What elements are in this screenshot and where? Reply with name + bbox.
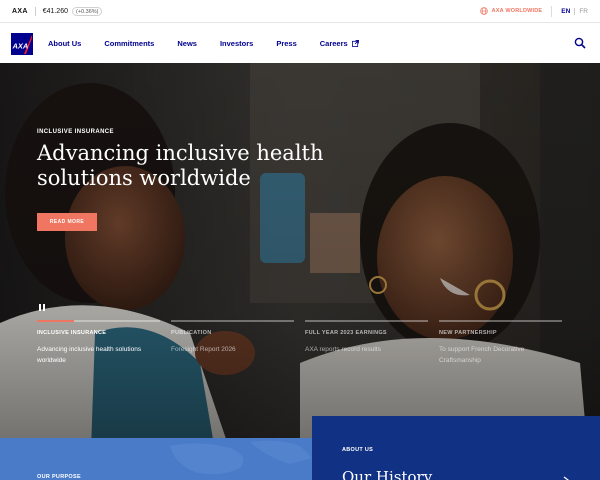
search-icon[interactable] <box>574 37 586 49</box>
slide-progress-bar <box>171 320 294 322</box>
stock-price: €41.260 <box>42 7 68 15</box>
stock-change-badge: (+0.36%) <box>72 6 103 16</box>
axa-logo[interactable]: AXA <box>11 33 33 55</box>
nav-press[interactable]: Press <box>276 39 296 48</box>
slide-title: FULL YEAR 2023 EARNINGS <box>305 330 387 336</box>
divider <box>551 5 553 17</box>
worldwide-label: AXA WORLDWIDE <box>491 8 543 14</box>
hero-headline: Advancing inclusive health solutions wor… <box>37 141 324 190</box>
slide-title: PUBLICATION <box>171 330 212 336</box>
axa-logo-mark: AXA <box>12 35 32 54</box>
main-nav: AXA About Us Commitments News Investors … <box>0 23 600 63</box>
nav-commitments[interactable]: Commitments <box>104 39 154 48</box>
our-history-panel[interactable]: ABOUT US Our History <box>312 416 600 480</box>
slide-progress-bar <box>439 320 562 322</box>
pause-icon[interactable] <box>38 304 46 312</box>
slide-description: AXA reports record results <box>305 346 381 353</box>
our-history-title: Our History <box>342 468 433 480</box>
logo-wordmark: AXA <box>12 42 29 51</box>
slide-tab-earnings[interactable]: FULL YEAR 2023 EARNINGS AXA reports reco… <box>305 320 428 366</box>
chevron-right-icon <box>563 476 569 480</box>
slide-title: INCLUSIVE INSURANCE <box>37 330 107 336</box>
slide-description: Advancing inclusive health solutions wor… <box>37 346 142 364</box>
top-bar: AXA €41.260 (+0.36%) AXA WORLDWIDE EN FR <box>0 0 600 23</box>
nav-careers-label: Careers <box>319 38 348 48</box>
our-purpose-label: OUR PURPOSE <box>37 474 81 480</box>
nav-investors[interactable]: Investors <box>220 39 253 48</box>
slide-progress-bar <box>37 320 160 322</box>
ticker-symbol: AXA <box>12 7 28 15</box>
divider <box>574 7 576 15</box>
slide-title: NEW PARTNERSHIP <box>439 330 497 336</box>
globe-icon <box>479 7 488 15</box>
divider <box>34 6 36 16</box>
slide-description: To support French Decorative Craftsmansh… <box>439 346 525 364</box>
carousel-slide-tabs: INCLUSIVE INSURANCE Advancing inclusive … <box>37 320 573 366</box>
slide-tab-partnership[interactable]: NEW PARTNERSHIP To support French Decora… <box>439 320 562 366</box>
nav-news[interactable]: News <box>177 39 197 48</box>
nav-careers[interactable]: Careers <box>320 39 359 48</box>
stock-ticker[interactable]: AXA €41.260 (+0.36%) <box>0 0 103 22</box>
read-more-button[interactable]: READ MORE <box>37 213 97 231</box>
slide-progress-bar <box>305 320 428 322</box>
about-us-label: ABOUT US <box>342 447 374 453</box>
slide-tab-publication[interactable]: PUBLICATION Foresight Report 2026 <box>171 320 294 366</box>
hero-eyebrow: INCLUSIVE INSURANCE <box>37 129 114 135</box>
lang-en-link[interactable]: EN <box>561 8 570 15</box>
nav-about-us[interactable]: About Us <box>48 39 81 48</box>
slide-description: Foresight Report 2026 <box>171 346 236 353</box>
lang-fr-link[interactable]: FR <box>579 8 588 15</box>
external-link-icon <box>351 39 359 47</box>
slide-tab-inclusive-insurance[interactable]: INCLUSIVE INSURANCE Advancing inclusive … <box>37 320 160 366</box>
axa-worldwide-link[interactable]: AXA WORLDWIDE <box>479 7 543 15</box>
our-purpose-panel[interactable]: OUR PURPOSE <box>0 438 312 480</box>
